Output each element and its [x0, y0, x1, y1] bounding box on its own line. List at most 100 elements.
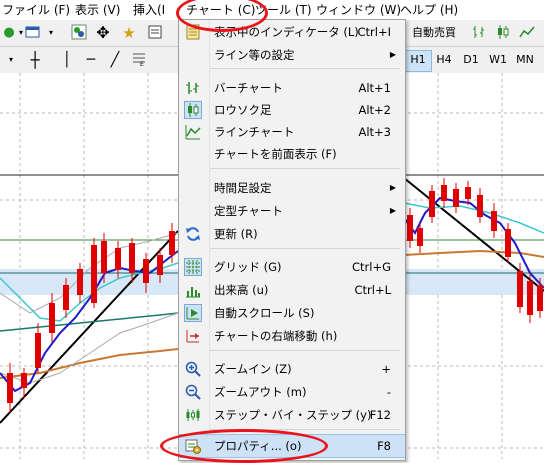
menu-separator: [210, 248, 400, 249]
menu-tools[interactable]: ツール (T): [255, 2, 312, 18]
menu-item-label: 自動スクロール (S): [214, 306, 315, 320]
bollinger-lower: [0, 312, 179, 384]
refresh-icon: [185, 226, 201, 242]
submenu-arrow-icon: ▶: [389, 206, 396, 215]
indicator-list-icon: [185, 24, 201, 40]
menu-chart[interactable]: チャート (C): [186, 2, 255, 18]
crosshair-move-icon[interactable]: ✥: [94, 24, 112, 42]
menu-separator: [210, 350, 400, 351]
timeframe-w1[interactable]: W1: [485, 50, 511, 70]
timeframe-h1[interactable]: H1: [404, 50, 432, 72]
trendline-icon[interactable]: ╱: [106, 51, 124, 69]
candles-left: [7, 223, 175, 413]
menu-item-grid[interactable]: グリッド (G) Ctrl+G: [179, 256, 405, 278]
menu-item-label: プロパティ... (o): [214, 439, 302, 453]
menu-separator: [210, 429, 400, 430]
menu-item-shortcut: Ctrl+I: [357, 25, 392, 39]
menu-item-shortcut: +: [381, 362, 391, 376]
crosshair-icon[interactable]: ┼: [26, 51, 44, 69]
menu-item-label: ズームアウト (m): [214, 385, 307, 399]
profiles-icon[interactable]: [24, 24, 42, 42]
menu-item-label: ラインチャート: [214, 125, 295, 139]
menu-item-shortcut: Alt+3: [358, 125, 391, 139]
menu-item-shortcut: -: [386, 385, 391, 399]
menu-item-label: チャートを前面表示 (F): [214, 147, 337, 161]
menu-item-shortcut: F12: [369, 408, 391, 422]
menu-item-bar-chart[interactable]: バーチャート Alt+1: [179, 77, 405, 99]
menu-item-shortcut: Ctrl+G: [351, 260, 391, 274]
menu-item-timeframes[interactable]: 時間足設定 ▶: [179, 177, 405, 199]
auto-trade-button[interactable]: 自動売買: [412, 24, 464, 42]
submenu-arrow-icon: ▶: [389, 183, 396, 192]
menu-item-shortcut: Ctrl+L: [354, 283, 391, 297]
favorites-icon[interactable]: ★: [120, 24, 138, 42]
menu-item-zoom-in[interactable]: ズームイン (Z) +: [179, 358, 405, 380]
bar-chart-toolbar-icon[interactable]: [470, 24, 488, 42]
menu-item-auto-scroll[interactable]: 自動スクロール (S): [179, 302, 405, 324]
ma-orange-right: [403, 249, 544, 258]
menu-item-line-chart[interactable]: ラインチャート Alt+3: [179, 121, 405, 143]
menu-item-label: 更新 (R): [214, 227, 258, 241]
menu-item-candlestick[interactable]: ロウソク足 Alt+2: [179, 99, 405, 121]
menu-window[interactable]: ウィンドウ (W): [316, 2, 401, 18]
chart-shift-icon: [185, 328, 201, 344]
step-by-step-icon: [185, 407, 201, 423]
svg-text:E: E: [140, 61, 144, 67]
menu-item-label: 表示中のインディケータ (L): [214, 25, 359, 39]
menu-item-templates[interactable]: 定型チャート ▶: [179, 200, 405, 222]
line-chart-toolbar-icon[interactable]: [518, 24, 536, 42]
menu-item-label: 時間足設定: [214, 181, 272, 195]
candlestick-icon: [184, 101, 202, 119]
toolbar-dropdown-icon[interactable]: ▾: [2, 51, 20, 69]
menu-separator: [210, 168, 400, 169]
horizontal-line-icon[interactable]: ─: [82, 51, 100, 69]
menu-item-chart-shift[interactable]: チャートの右端移動 (h): [179, 325, 405, 347]
vertical-line-icon[interactable]: │: [58, 51, 76, 69]
menu-help[interactable]: ヘルプ (H): [400, 2, 458, 18]
zoom-in-icon: [185, 361, 201, 377]
line-chart-icon: [185, 124, 201, 140]
profiles-dropdown-icon[interactable]: ▾: [42, 24, 60, 42]
navigator-icon[interactable]: [70, 24, 88, 42]
menu-view[interactable]: 表示 (V): [75, 2, 120, 18]
timeframe-d1[interactable]: D1: [458, 50, 484, 70]
menu-item-zoom-out[interactable]: ズームアウト (m) -: [179, 381, 405, 403]
grid-icon: [184, 258, 202, 276]
menu-bar: ファイル (F) 表示 (V) 挿入(I チャート (C) ツール (T) ウィ…: [0, 0, 544, 21]
menu-item-line-settings[interactable]: ライン等の設定 ▶: [179, 44, 405, 66]
menu-insert[interactable]: 挿入(I: [133, 2, 165, 18]
menu-item-step-by-step[interactable]: ステップ・バイ・ステップ (y) F12: [179, 404, 405, 426]
auto-scroll-icon: [184, 304, 202, 322]
menu-separator: [210, 68, 400, 69]
zoom-out-icon: [185, 384, 201, 400]
menu-item-properties[interactable]: プロパティ... (o) F8: [179, 434, 405, 458]
submenu-arrow-icon: ▶: [389, 50, 396, 59]
candlestick-toolbar-icon[interactable]: [494, 24, 512, 42]
menu-item-indicators-list[interactable]: 表示中のインディケータ (L) Ctrl+I: [179, 21, 405, 43]
menu-item-label: バーチャート: [214, 81, 283, 95]
menu-item-label: ライン等の設定: [214, 48, 295, 62]
uptrend-line: [0, 230, 179, 424]
bar-chart-icon: [185, 80, 201, 96]
menu-item-shortcut: F8: [377, 439, 391, 453]
properties-icon: [185, 438, 201, 454]
fibonacci-icon[interactable]: E: [130, 51, 148, 69]
menu-item-label: ロウソク足: [214, 103, 272, 117]
menu-item-label: グリッド (G): [214, 260, 282, 274]
ma-cyan-right: [403, 202, 544, 234]
menu-item-refresh[interactable]: 更新 (R): [179, 223, 405, 245]
timeframe-mn[interactable]: MN: [512, 50, 538, 70]
terminal-icon[interactable]: [146, 24, 164, 42]
menu-item-volume[interactable]: 出来高 (u) Ctrl+L: [179, 279, 405, 301]
chart-menu-dropdown: 表示中のインディケータ (L) Ctrl+I ライン等の設定 ▶ バーチャート …: [178, 19, 406, 461]
volume-icon: [185, 282, 201, 298]
timeframe-h4[interactable]: H4: [431, 50, 457, 70]
menu-file[interactable]: ファイル (F): [2, 2, 70, 18]
menu-item-shortcut: Alt+2: [358, 103, 391, 117]
menu-item-label: チャートの右端移動 (h): [214, 329, 338, 343]
menu-item-label: ズームイン (Z): [214, 362, 292, 376]
menu-item-label: 出来高 (u): [214, 283, 269, 297]
menu-item-chart-foreground[interactable]: チャートを前面表示 (F): [179, 143, 405, 165]
menu-item-label: 定型チャート: [214, 204, 283, 218]
menu-item-shortcut: Alt+1: [358, 81, 391, 95]
